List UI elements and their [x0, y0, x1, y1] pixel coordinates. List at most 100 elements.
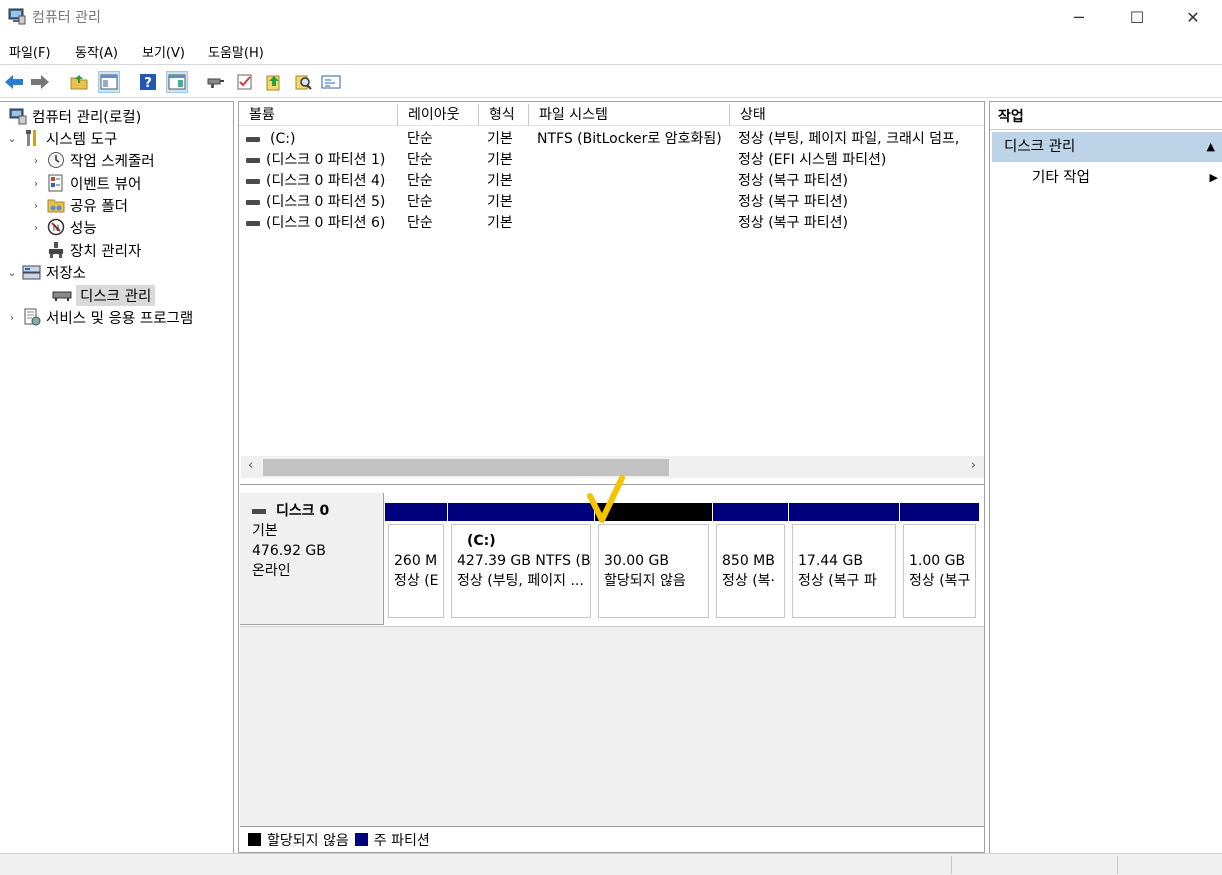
toolbar: ?: [0, 64, 1222, 98]
volume-row[interactable]: (디스크 0 파티션 4) 단순 기본 정상 (복구 파티션): [239, 171, 984, 192]
partition-body: 30.00 GB 할당되지 않음: [598, 524, 709, 618]
help-icon[interactable]: ?: [137, 71, 159, 93]
tree-item-label: 컴퓨터 관리(로컬): [32, 109, 142, 126]
partition-title: [798, 531, 890, 551]
connect-icon[interactable]: [205, 71, 227, 93]
up-folder-icon[interactable]: [68, 71, 90, 93]
check-icon[interactable]: [234, 71, 256, 93]
svg-text:?: ?: [144, 76, 152, 91]
primary-swatch: [354, 833, 368, 846]
menu-file[interactable]: 파일(F): [9, 42, 51, 61]
shared-folder-icon: [46, 196, 66, 214]
partition-title: (C:): [467, 533, 496, 549]
annotation-check-icon: [587, 475, 625, 523]
tree-item-system-tools[interactable]: ⌄ 시스템 도구: [6, 127, 117, 149]
partition-title: [394, 531, 438, 551]
console-tree: 컴퓨터 관리(로컬) ⌄ 시스템 도구 › 작업 스케줄러 › 이벤트 뷰어 ›…: [0, 101, 234, 853]
partition-status: 정상 (복·: [722, 573, 776, 589]
chevron-down-icon[interactable]: ⌄: [6, 266, 18, 279]
device-manager-icon: [46, 241, 66, 259]
tree-item-task-scheduler[interactable]: › 작업 스케줄러: [30, 149, 155, 171]
performance-icon: N: [46, 218, 66, 236]
disk-info-panel[interactable]: 디스크 0 기본 476.92 GB 온라인: [240, 493, 384, 625]
forward-arrow-icon[interactable]: [29, 71, 51, 93]
partition-status: 할당되지 않음: [604, 573, 686, 589]
tree-item-device-manager[interactable]: 장치 관리자: [42, 239, 141, 261]
chevron-right-icon[interactable]: ›: [30, 154, 42, 167]
tree-item-computer-management[interactable]: 컴퓨터 관리(로컬): [4, 105, 141, 127]
search-icon[interactable]: [292, 71, 314, 93]
action-more-actions[interactable]: 기타 작업 ▶: [1032, 166, 1222, 190]
partition-block[interactable]: 850 MB 정상 (복·: [713, 503, 788, 621]
computer-management-icon: [8, 107, 28, 125]
maximize-button[interactable]: ☐: [1108, 0, 1166, 34]
chevron-right-icon[interactable]: ›: [6, 311, 18, 324]
partition-size: 427.39 GB NTFS (Bit: [457, 553, 591, 569]
volume-row[interactable]: (디스크 0 파티션 5) 단순 기본 정상 (복구 파티션): [239, 192, 984, 213]
collapse-up-icon[interactable]: ▲: [1207, 132, 1215, 162]
partition-status: 정상 (복구 파: [798, 573, 877, 589]
partition-status: 정상 (복구: [909, 573, 971, 589]
scroll-right-arrow[interactable]: ›: [971, 458, 976, 473]
column-layout[interactable]: 레이아웃: [398, 104, 479, 126]
column-status[interactable]: 상태: [730, 104, 984, 126]
volume-name: (디스크 0 파티션 6): [266, 215, 386, 231]
tree-item-label: 성능: [70, 220, 97, 237]
volume-status: 정상 (복구 파티션): [738, 173, 848, 189]
volume-row[interactable]: (디스크 0 파티션 1) 단순 기본 정상 (EFI 시스템 파티션): [239, 150, 984, 171]
partition-title: [909, 531, 970, 551]
scroll-left-arrow[interactable]: ‹: [248, 458, 253, 473]
show-hide-console-tree-icon[interactable]: [98, 71, 120, 93]
tree-item-performance[interactable]: › N 성능: [30, 216, 97, 238]
volume-icon: [246, 200, 260, 205]
column-filesystem[interactable]: 파일 시스템: [529, 104, 730, 126]
partition-block[interactable]: 260 M 정상 (E: [385, 503, 447, 621]
column-volume[interactable]: 볼륨: [239, 104, 398, 126]
volume-row[interactable]: (C:) 단순 기본 NTFS (BitLocker로 암호화됨) 정상 (부팅…: [239, 129, 984, 150]
close-button[interactable]: ✕: [1164, 0, 1222, 34]
tree-item-label: 공유 폴더: [70, 198, 128, 215]
partition-block[interactable]: (C:) 427.39 GB NTFS (Bit 정상 (부팅, 페이지 ...: [448, 503, 594, 621]
chevron-right-icon[interactable]: ›: [30, 177, 42, 190]
tree-item-storage[interactable]: ⌄ 저장소: [6, 261, 86, 283]
properties-icon[interactable]: [320, 71, 342, 93]
tree-item-event-viewer[interactable]: › 이벤트 뷰어: [30, 172, 141, 194]
volume-row[interactable]: (디스크 0 파티션 6) 단순 기본 정상 (복구 파티션): [239, 213, 984, 234]
volume-layout: 단순: [407, 194, 433, 210]
back-arrow-icon[interactable]: [3, 71, 25, 93]
partition-block[interactable]: 17.44 GB 정상 (복구 파: [789, 503, 899, 621]
action-label: 기타 작업: [1032, 170, 1090, 186]
menu-action[interactable]: 동작(A): [75, 42, 118, 61]
tools-icon: [22, 129, 42, 147]
partition-body: 850 MB 정상 (복·: [716, 524, 785, 618]
volume-type: 기본: [487, 152, 513, 168]
partition-block[interactable]: 1.00 GB 정상 (복구: [900, 503, 979, 621]
menu-help[interactable]: 도움말(H): [208, 42, 264, 61]
chevron-right-icon[interactable]: ›: [30, 199, 42, 212]
tree-item-disk-management[interactable]: 디스크 관리: [48, 284, 156, 306]
volume-status: 정상 (부팅, 페이지 파일, 크래시 덤프,: [738, 131, 960, 147]
volume-filesystem: NTFS (BitLocker로 암호화됨): [537, 131, 722, 147]
disk-icon: [252, 508, 266, 514]
chevron-right-icon[interactable]: ›: [30, 221, 42, 234]
partition-body: 17.44 GB 정상 (복구 파: [792, 524, 896, 618]
partition-size: 30.00 GB: [604, 553, 669, 569]
chevron-down-icon[interactable]: ⌄: [6, 132, 18, 145]
disk-state: 온라인: [252, 563, 291, 579]
status-divider: [1117, 856, 1118, 874]
show-hide-action-pane-icon[interactable]: [166, 71, 188, 93]
disk-icon: [52, 286, 72, 304]
menu-view[interactable]: 보기(V): [142, 42, 185, 61]
tree-item-shared-folders[interactable]: › 공유 폴더: [30, 194, 128, 216]
tree-item-services-apps[interactable]: › 서비스 및 응용 프로그램: [6, 306, 193, 328]
actions-section-disk-management[interactable]: 디스크 관리 ▲: [992, 132, 1222, 162]
up-arrow-icon[interactable]: [263, 71, 285, 93]
computer-management-icon: [8, 7, 26, 25]
tree-item-label: 디스크 관리: [76, 284, 156, 306]
minimize-button[interactable]: ─: [1050, 0, 1108, 34]
volume-name: (C:): [270, 131, 296, 147]
window-title: 컴퓨터 관리: [32, 10, 101, 26]
column-type[interactable]: 형식: [479, 104, 529, 126]
volume-layout: 단순: [407, 131, 433, 147]
menu-bar: 파일(F) 동작(A) 보기(V) 도움말(H): [0, 38, 1222, 62]
